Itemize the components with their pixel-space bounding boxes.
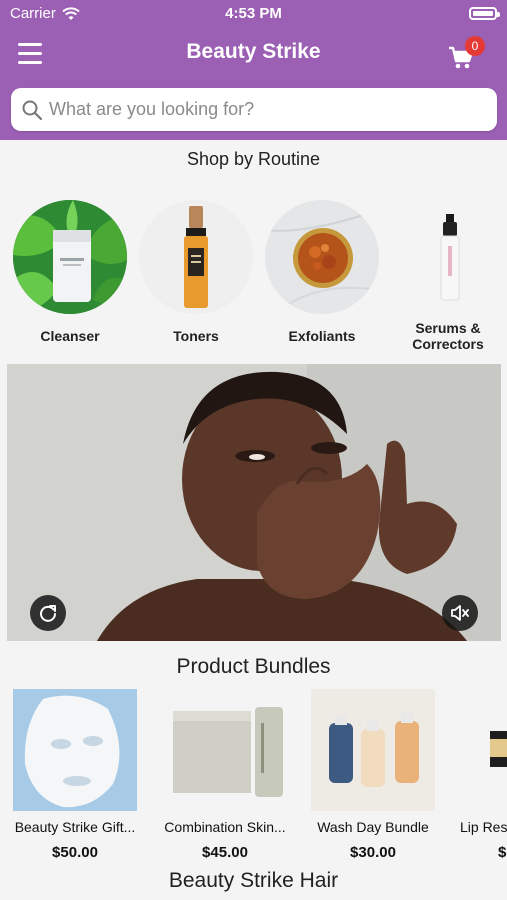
cleanser-image — [13, 200, 127, 314]
bundle-price: $45.00 — [202, 844, 248, 861]
routine-label: Exfoliants — [288, 328, 356, 344]
search-bar[interactable] — [11, 88, 497, 131]
nav-bar: Beauty Strike 0 — [0, 28, 507, 78]
shop-by-routine-heading: Shop by Routine — [186, 149, 321, 169]
cart-button[interactable]: 0 — [445, 36, 485, 70]
routine-label: Toners — [173, 328, 219, 344]
bundle-price: $30.00 — [350, 844, 396, 861]
cart-count-badge: 0 — [465, 36, 485, 56]
routine-item-serums-correctors[interactable]: Serums & Correctors — [385, 200, 507, 352]
bundle-image — [13, 689, 137, 811]
routine-list: Cleanser Toners Exfoliants Serums & Corr… — [0, 200, 507, 360]
exfoliants-image — [265, 200, 379, 314]
bundle-item[interactable]: Wash Day Bundle $30.00 — [298, 689, 448, 861]
bundle-price: $ — [498, 844, 507, 861]
serums-image — [391, 200, 505, 314]
battery-icon — [469, 7, 500, 20]
mute-icon — [451, 605, 469, 621]
bundle-image — [163, 689, 287, 811]
search-input[interactable] — [49, 99, 469, 120]
replay-button[interactable] — [30, 595, 66, 631]
bundle-name: Wash Day Bundle — [317, 819, 429, 835]
bundle-image — [448, 689, 507, 811]
routine-item-cleanser[interactable]: Cleanser — [7, 200, 133, 344]
replay-icon — [40, 605, 56, 622]
routine-label: Serums & Correctors — [385, 320, 507, 352]
video-frame — [7, 364, 501, 641]
status-bar: Carrier 4:53 PM — [0, 0, 507, 28]
serums-label: Serums & Correctors — [412, 320, 484, 352]
product-bundles-heading: Product Bundles — [176, 655, 331, 678]
bundle-name: Lip Res — [460, 819, 507, 835]
app-title: Beauty Strike — [186, 40, 321, 63]
toners-image — [139, 200, 253, 314]
bundle-item[interactable]: Beauty Strike Gift... $50.00 — [0, 689, 150, 861]
bundle-name: Beauty Strike Gift... — [14, 819, 136, 835]
status-time: 4:53 PM — [225, 5, 282, 22]
bundle-image — [311, 689, 435, 811]
mute-button[interactable] — [442, 595, 478, 631]
routine-item-exfoliants[interactable]: Exfoliants — [259, 200, 385, 344]
routine-label: Cleanser — [40, 328, 100, 344]
bundle-list: Beauty Strike Gift... $50.00 Combination… — [0, 689, 507, 864]
routine-item-toners[interactable]: Toners — [133, 200, 259, 344]
search-icon — [22, 100, 43, 120]
bundle-item[interactable]: Combination Skin... $45.00 — [150, 689, 300, 861]
app-screen: Carrier 4:53 PM Beauty Strike 0 What are… — [0, 0, 507, 900]
app-header: Carrier 4:53 PM Beauty Strike 0 What are… — [0, 0, 507, 140]
bundle-item[interactable]: Lip Res $ — [448, 689, 507, 861]
bundle-price: $50.00 — [52, 844, 98, 861]
bundle-name: Combination Skin... — [164, 819, 286, 835]
promo-video[interactable] — [7, 364, 501, 641]
beauty-strike-hair-heading: Beauty Strike Hair — [168, 869, 339, 892]
